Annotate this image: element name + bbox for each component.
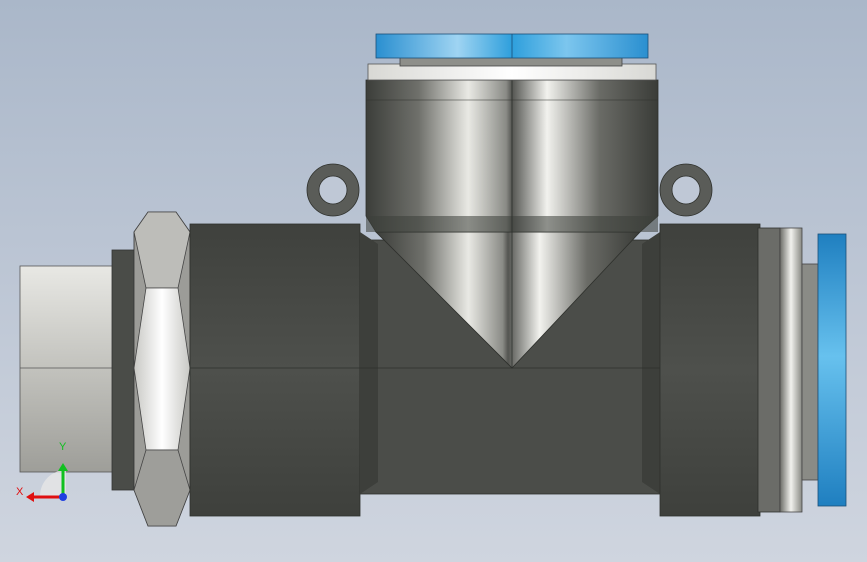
right-collet-cap[interactable] (801, 233, 847, 507)
right-lug[interactable] (659, 163, 713, 217)
top-collet-cap[interactable] (375, 33, 649, 59)
top-release-ring[interactable] (367, 55, 657, 81)
triad-x-label: X (16, 486, 24, 498)
left-lug[interactable] (306, 163, 360, 217)
triad-y-label: Y (59, 441, 67, 453)
left-threaded-shaft[interactable] (19, 265, 116, 473)
branch-body[interactable] (365, 79, 659, 233)
part-model[interactable] (0, 0, 867, 562)
left-washer[interactable] (111, 249, 137, 491)
left-body-section[interactable] (189, 223, 361, 517)
triad-z-origin (59, 493, 67, 501)
3d-viewport[interactable]: X Y (0, 0, 867, 562)
hex-nut[interactable] (133, 211, 191, 527)
triad-x-arrow (26, 492, 34, 502)
right-body-section[interactable] (659, 223, 803, 517)
